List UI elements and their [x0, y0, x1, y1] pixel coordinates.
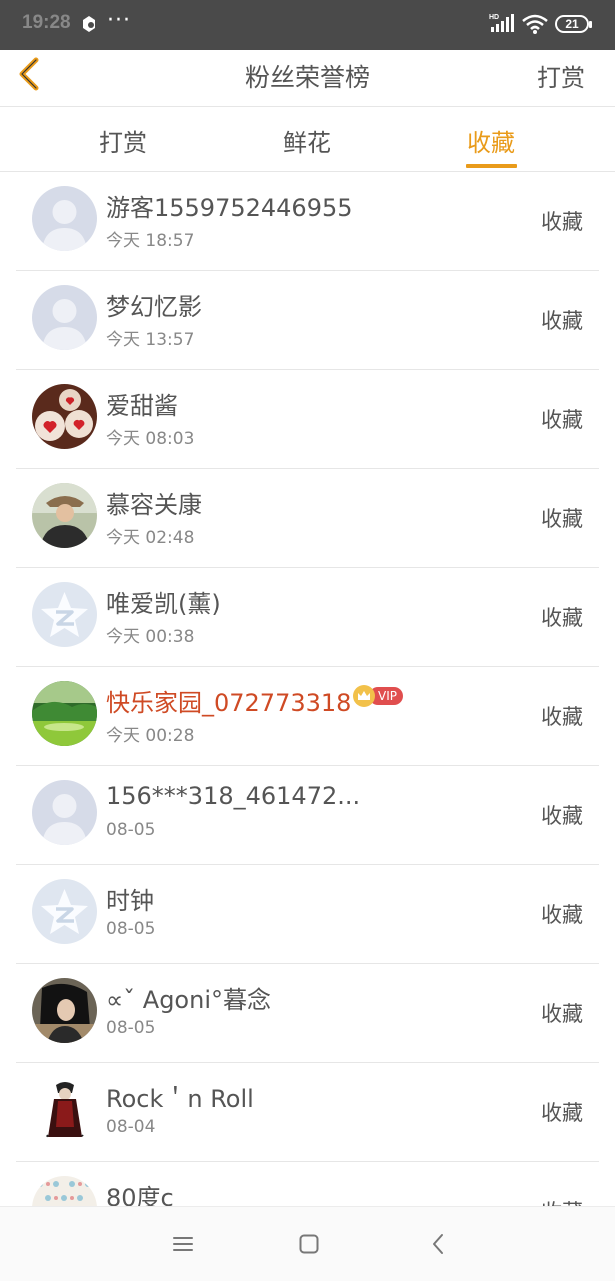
fan-time: 今天 08:03 — [106, 429, 195, 449]
fan-name: Rock＇n Roll — [106, 1085, 254, 1113]
fan-name: 时钟 — [106, 887, 154, 915]
fan-name: 唯爱凯(薰) — [106, 590, 221, 618]
svg-text:HD: HD — [489, 14, 499, 21]
landscape-photo-avatar — [32, 681, 97, 746]
fan-action-label: 收藏 — [541, 1002, 583, 1026]
list-item[interactable]: 156***318_461472... 08-05 收藏 — [16, 766, 599, 865]
fan-action-label: 收藏 — [541, 903, 583, 927]
app-notification-icon — [83, 16, 95, 32]
fan-time: 今天 02:48 — [106, 528, 195, 548]
battery-indicator: 21 — [555, 15, 592, 33]
crown-icon — [353, 684, 375, 707]
list-item[interactable]: 梦幻忆影 今天 13:57 收藏 — [16, 271, 599, 370]
fan-time: 08-05 — [106, 1018, 156, 1038]
default-avatar — [32, 285, 97, 350]
default-avatar — [32, 780, 97, 845]
fan-name: 慕容关康 — [106, 491, 202, 519]
tab-flowers[interactable]: 鲜花 — [283, 123, 331, 158]
tab-reward[interactable]: 打赏 — [99, 123, 147, 158]
status-more-dots: ··· — [107, 8, 131, 33]
page-title: 粉丝荣誉榜 — [244, 63, 370, 92]
signal-hd-icon: HD — [489, 14, 514, 32]
character-photo-avatar — [32, 1077, 97, 1142]
girl-photo-avatar — [32, 978, 97, 1043]
fan-time: 今天 00:28 — [106, 726, 195, 746]
qzone-star-avatar — [32, 582, 97, 647]
fan-time: 08-05 — [106, 820, 156, 840]
fan-action-label: 收藏 — [541, 1101, 583, 1125]
back-nav-icon[interactable] — [426, 1231, 452, 1257]
active-tab-indicator — [466, 164, 517, 168]
list-item[interactable]: 时钟 08-05 收藏 — [16, 865, 599, 964]
list-item[interactable]: Rock＇n Roll 08-04 收藏 — [16, 1063, 599, 1162]
vip-badge: VIP — [353, 684, 403, 707]
app-header: 粉丝荣誉榜 打赏 — [0, 50, 615, 107]
fan-action-label: 收藏 — [541, 705, 583, 729]
home-icon[interactable] — [296, 1231, 322, 1257]
fan-action-label: 收藏 — [541, 309, 583, 333]
fan-name: 156***318_461472... — [106, 782, 361, 810]
menu-icon[interactable] — [170, 1231, 196, 1257]
fan-action-label: 收藏 — [541, 507, 583, 531]
list-item[interactable]: 慕容关康 今天 02:48 收藏 — [16, 469, 599, 568]
cookies-photo-avatar — [32, 384, 97, 449]
fan-name: 游客1559752446955 — [106, 194, 353, 222]
system-navigation-bar — [0, 1206, 615, 1281]
person-photo-avatar — [32, 483, 97, 548]
list-item[interactable]: ∝ˇ Agoni°暮念 08-05 收藏 — [16, 964, 599, 1063]
list-item[interactable]: 爱甜酱 今天 08:03 收藏 — [16, 370, 599, 469]
list-item[interactable]: 快乐家园_072773318 VIP 今天 00:28 收藏 — [16, 667, 599, 766]
list-item[interactable]: 唯爱凯(薰) 今天 00:38 收藏 — [16, 568, 599, 667]
fan-time: 08-04 — [106, 1117, 156, 1137]
tab-bar: 打赏 鲜花 收藏 — [0, 107, 615, 172]
qzone-star-avatar — [32, 879, 97, 944]
fan-time: 今天 13:57 — [106, 330, 195, 350]
fan-time: 08-05 — [106, 919, 156, 939]
fan-name: 快乐家园_072773318 — [106, 689, 352, 717]
fan-action-label: 收藏 — [541, 408, 583, 432]
fan-name: 爱甜酱 — [106, 392, 178, 420]
fan-action-label: 收藏 — [541, 804, 583, 828]
tab-favorites[interactable]: 收藏 — [467, 123, 515, 158]
status-bar: 19:28 ··· HD 21 — [0, 0, 615, 50]
fan-name: 梦幻忆影 — [106, 293, 202, 321]
reward-button[interactable]: 打赏 — [537, 58, 585, 93]
fan-time: 今天 00:38 — [106, 627, 195, 647]
list-item[interactable]: 游客1559752446955 今天 18:57 收藏 — [16, 172, 599, 271]
wifi-icon — [522, 14, 548, 34]
default-avatar — [32, 186, 97, 251]
fan-time: 今天 18:57 — [106, 231, 195, 251]
fan-name: ∝ˇ Agoni°暮念 — [106, 986, 271, 1014]
fan-action-label: 收藏 — [541, 210, 583, 234]
status-time: 19:28 — [22, 12, 71, 33]
fan-action-label: 收藏 — [541, 606, 583, 630]
